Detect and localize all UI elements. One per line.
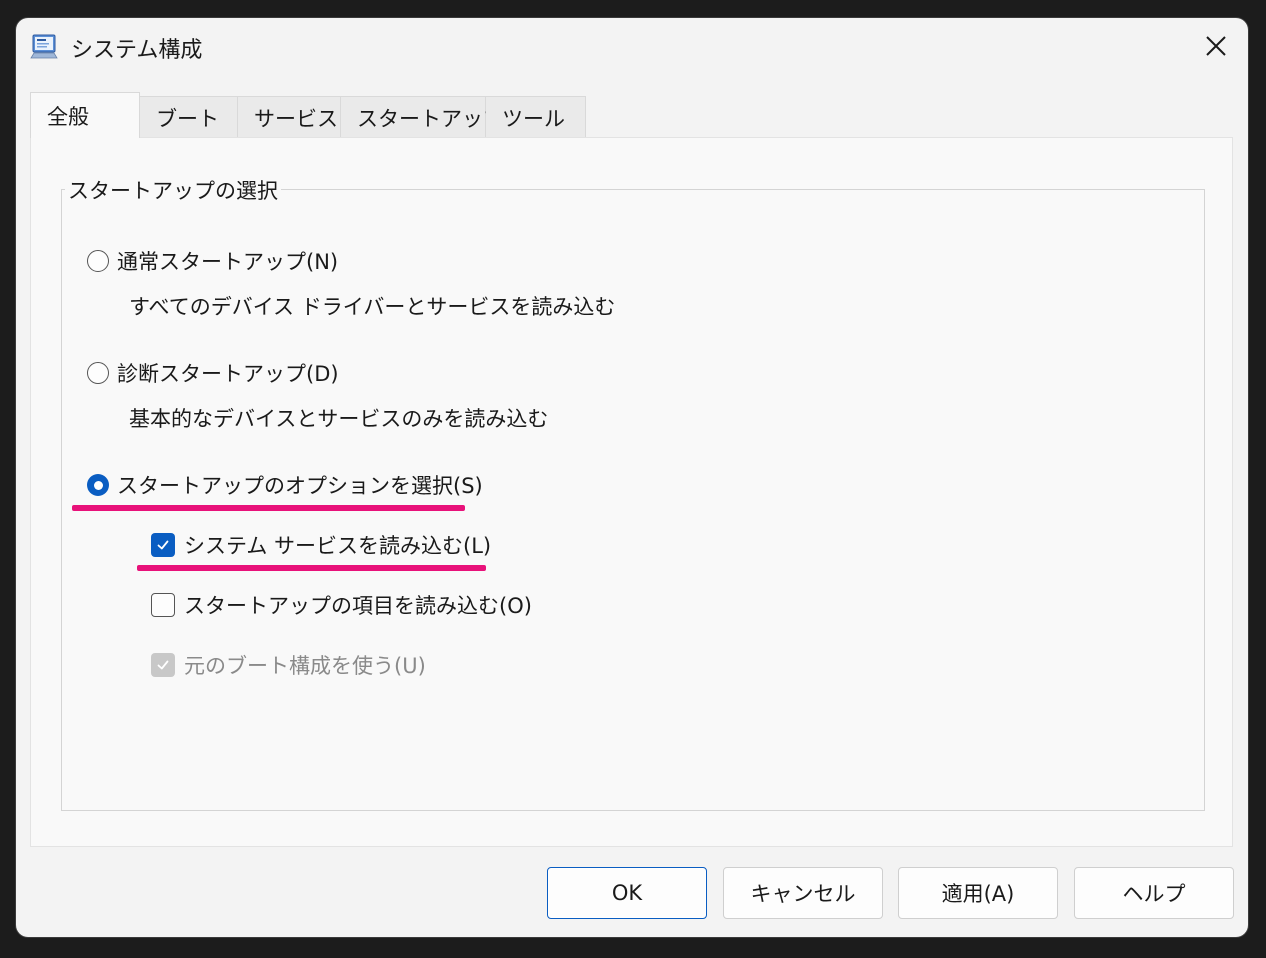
tab-services[interactable]: サービス [238, 96, 341, 138]
checkbox-label: スタートアップの項目を読み込む(O) [184, 594, 532, 618]
radio-indicator[interactable] [87, 250, 109, 272]
radio-indicator[interactable] [87, 474, 109, 496]
checkmark-icon [157, 540, 169, 550]
title-bar[interactable]: システム構成 [16, 18, 1248, 76]
msconfig-icon [30, 34, 58, 59]
checkbox-indicator[interactable] [151, 533, 175, 557]
normal-startup-description: すべてのデバイス ドライバーとサービスを読み込む [129, 295, 616, 319]
radio-label: 通常スタートアップ(N) [117, 250, 339, 274]
radio-label: 診断スタートアップ(D) [117, 362, 339, 386]
checkmark-icon [157, 660, 169, 670]
checkbox-load-startup-items[interactable]: スタートアップの項目を読み込む(O) [151, 590, 532, 620]
tab-tools[interactable]: ツール [486, 96, 586, 138]
system-configuration-window: システム構成 全般 ブート サービス スタートアップ ツール スタートアップの選… [16, 18, 1248, 937]
tab-strip: 全般 ブート サービス スタートアップ ツール [30, 92, 586, 138]
cancel-button[interactable]: キャンセル [723, 867, 883, 919]
help-button[interactable]: ヘルプ [1074, 867, 1234, 919]
diagnostic-startup-description: 基本的なデバイスとサービスのみを読み込む [129, 407, 549, 431]
radio-label: スタートアップのオプションを選択(S) [117, 474, 483, 498]
radio-indicator[interactable] [87, 362, 109, 384]
checkbox-label: システム サービスを読み込む(L) [184, 534, 492, 558]
apply-button[interactable]: 適用(A) [898, 867, 1058, 919]
checkbox-label: 元のブート構成を使う(U) [184, 654, 426, 678]
group-legend: スタートアップの選択 [65, 175, 281, 205]
general-tab-panel: スタートアップの選択 通常スタートアップ(N) すべてのデバイス ドライバーとサ… [30, 137, 1233, 847]
tab-general[interactable]: 全般 [30, 92, 140, 138]
radio-normal-startup[interactable]: 通常スタートアップ(N) [87, 246, 338, 276]
close-button[interactable] [1196, 28, 1236, 64]
tab-startup[interactable]: スタートアップ [341, 96, 504, 138]
radio-diagnostic-startup[interactable]: 診断スタートアップ(D) [87, 358, 339, 388]
window-title: システム構成 [71, 38, 203, 63]
highlight-underline [137, 565, 486, 571]
checkbox-load-system-services[interactable]: システム サービスを読み込む(L) [151, 530, 491, 560]
highlight-underline [72, 505, 465, 511]
close-icon [1206, 36, 1226, 56]
checkbox-use-original-boot: 元のブート構成を使う(U) [151, 650, 426, 680]
startup-selection-group [61, 189, 1205, 811]
radio-selective-startup[interactable]: スタートアップのオプションを選択(S) [87, 470, 483, 500]
tab-boot[interactable]: ブート [140, 96, 238, 138]
checkbox-indicator[interactable] [151, 593, 175, 617]
ok-button[interactable]: OK [547, 867, 707, 919]
checkbox-indicator [151, 653, 175, 677]
